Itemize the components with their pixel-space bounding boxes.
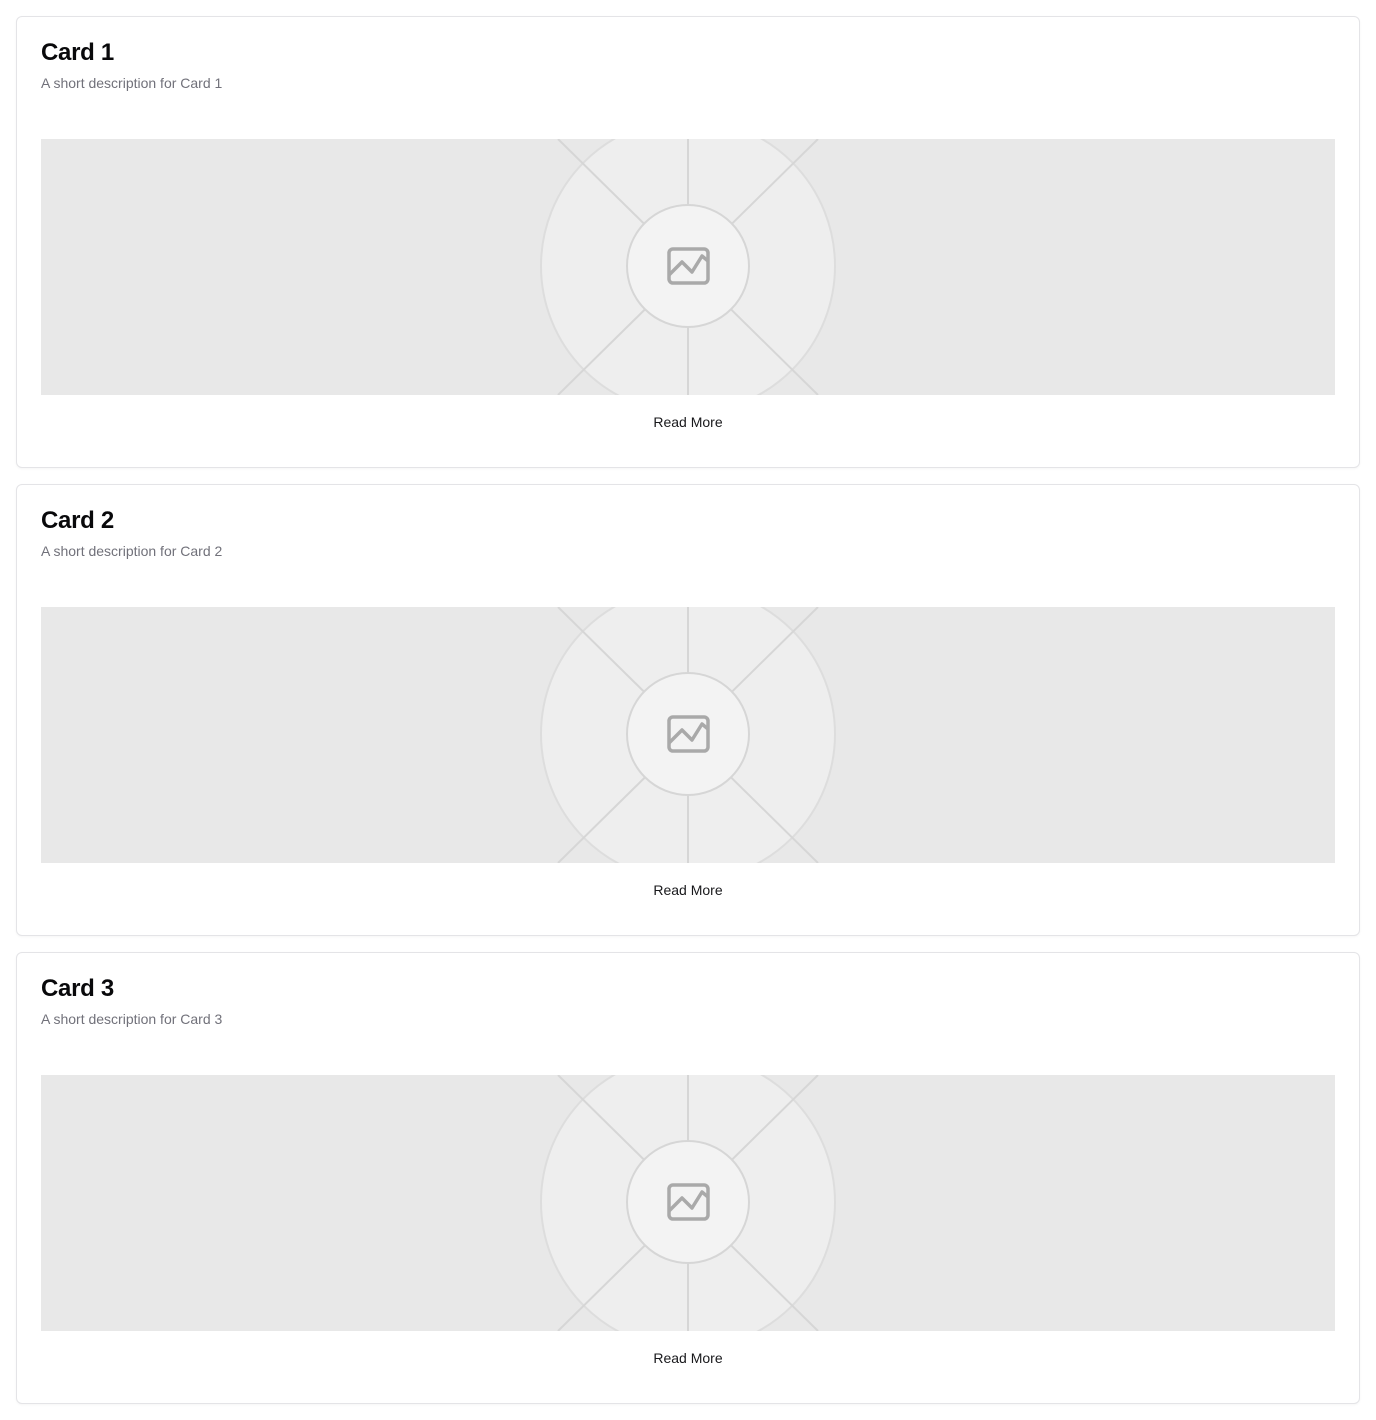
card-title: Card 2 [41, 507, 114, 534]
card: Card 2 A short description for Card 2 Re… [16, 484, 1360, 936]
card-header: Card 2 A short description for Card 2 [41, 507, 222, 560]
card: Card 1 A short description for Card 1 Re… [16, 16, 1360, 468]
read-more-button[interactable]: Read More [641, 408, 734, 436]
card-description: A short description for Card 1 [41, 75, 223, 91]
image-placeholder-icon [478, 607, 898, 863]
card-image-placeholder [41, 139, 1335, 395]
image-placeholder-icon [478, 139, 898, 395]
card-description: A short description for Card 3 [41, 1011, 223, 1027]
card-list: Card 1 A short description for Card 1 Re… [16, 16, 1360, 1420]
image-placeholder-icon [478, 1075, 898, 1331]
read-more-button[interactable]: Read More [641, 1344, 734, 1372]
card-header: Card 3 A short description for Card 3 [41, 975, 222, 1028]
card-title: Card 3 [41, 975, 114, 1002]
card-footer: Read More [17, 1331, 1359, 1403]
read-more-button[interactable]: Read More [641, 876, 734, 904]
card-header: Card 1 A short description for Card 1 [41, 39, 222, 92]
card-image-placeholder [41, 607, 1335, 863]
card-footer: Read More [17, 395, 1359, 467]
card: Card 3 A short description for Card 3 Re… [16, 952, 1360, 1404]
card-title: Card 1 [41, 39, 114, 66]
card-image-placeholder [41, 1075, 1335, 1331]
card-description: A short description for Card 2 [41, 543, 223, 559]
card-footer: Read More [17, 863, 1359, 935]
